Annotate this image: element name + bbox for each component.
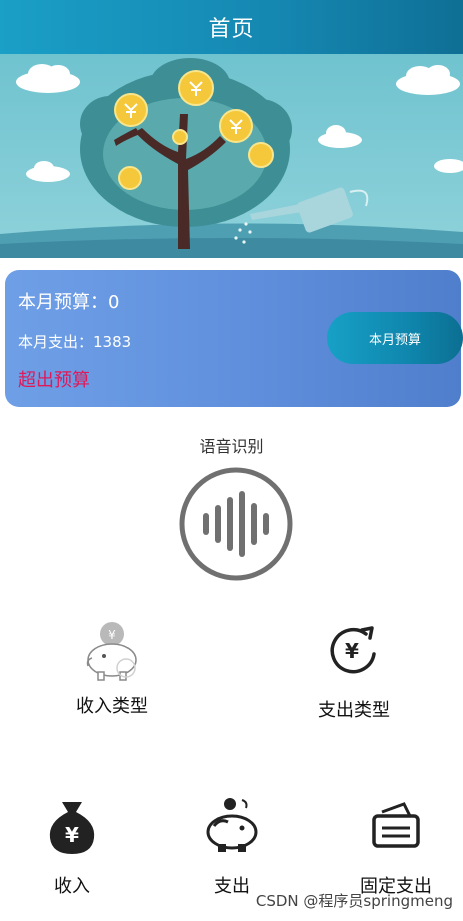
wallet-icon [372, 802, 420, 848]
svg-text:¥: ¥ [345, 639, 359, 663]
monthly-expense-text: 本月支出：1383 [18, 333, 132, 351]
income-tile[interactable]: ¥ 收入 [22, 798, 122, 898]
voice-recognition-button[interactable] [178, 466, 294, 582]
piggy-bank-icon: ¥ [86, 622, 137, 681]
app-header: 首页 [0, 0, 463, 54]
expense-tile[interactable]: 支出 [182, 796, 282, 898]
money-tree-illustration [0, 54, 463, 258]
income-type-label: 收入类型 [76, 696, 148, 717]
income-label: 收入 [54, 876, 90, 897]
piggy-coin-icon [206, 798, 258, 852]
voice-recognition-label: 语音识别 [199, 437, 264, 456]
svg-text:¥: ¥ [65, 823, 79, 847]
money-bag-icon: ¥ [49, 802, 95, 854]
fixed-expense-tile[interactable]: 固定支出 [346, 802, 446, 898]
yuan-refresh-icon: ¥ [330, 626, 376, 674]
expense-type-label: 支出类型 [318, 700, 390, 721]
svg-text:¥: ¥ [108, 628, 116, 642]
csdn-watermark: CSDN @程序员springmeng [255, 892, 453, 910]
expense-type-tile[interactable]: ¥ 支出类型 [304, 624, 404, 722]
budget-card: 本月预算：0 本月支出：1383 超出预算 本月预算 [5, 270, 463, 407]
income-type-tile[interactable]: ¥ 收入类型 [62, 618, 162, 718]
monthly-budget-button[interactable]: 本月预算 [327, 312, 463, 364]
voice-wave-icon [179, 467, 293, 581]
page-title: 首页 [208, 17, 255, 42]
over-budget-text: 超出预算 [18, 370, 90, 391]
money-tree-banner [0, 54, 463, 258]
monthly-budget-text: 本月预算：0 [18, 292, 120, 313]
